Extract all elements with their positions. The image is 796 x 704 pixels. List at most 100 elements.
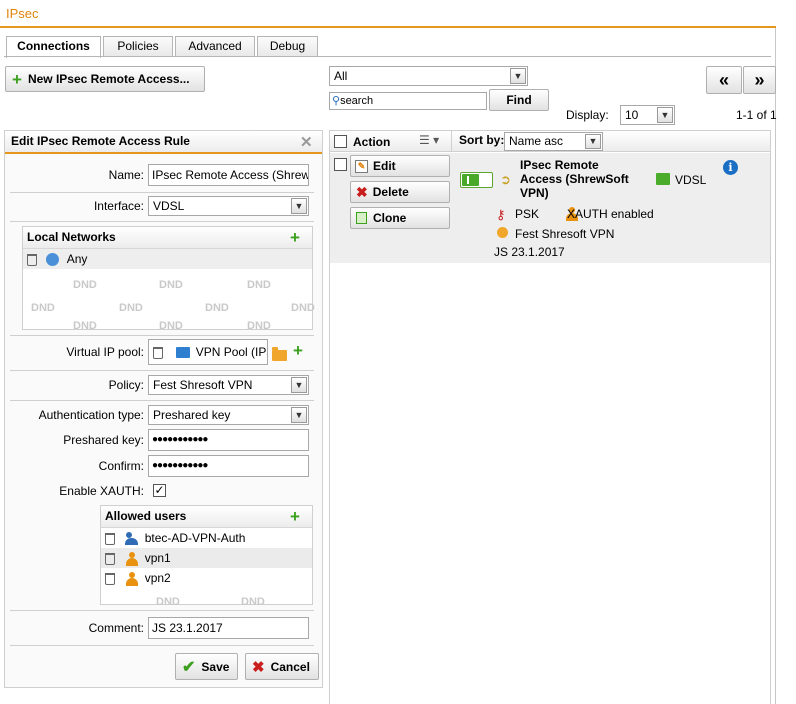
psk-field[interactable]: ●●●●●●●●●●●	[148, 429, 309, 451]
chevron-down-icon: ▼	[585, 134, 601, 149]
rule-xauth: XAUTH enabled	[567, 207, 654, 221]
auth-type-select-value: Preshared key	[153, 408, 231, 422]
list-item[interactable]: btec-AD-VPN-Auth	[101, 528, 312, 548]
clone-label: Clone	[373, 211, 407, 225]
xauth-checkbox[interactable]: ✓	[153, 484, 166, 497]
dnd-hint: DND	[247, 320, 271, 332]
trash-icon[interactable]	[27, 253, 37, 266]
globe-icon	[46, 253, 60, 267]
allowed-users-header: Allowed users +	[101, 506, 370, 530]
name-field[interactable]: IPsec Remote Access (Shrew	[148, 164, 309, 186]
edit-label: Edit	[373, 159, 396, 173]
virtual-ip-pool-value: VPN Pool (IPs	[195, 345, 268, 359]
new-remote-access-button[interactable]: + New IPsec Remote Access...	[5, 66, 205, 92]
divider	[10, 192, 314, 193]
edit-panel-header: Edit IPsec Remote Access Rule	[5, 131, 322, 154]
select-all-checkbox[interactable]	[334, 135, 347, 148]
trash-icon[interactable]	[105, 552, 115, 565]
save-label: Save	[201, 659, 230, 674]
rule-interface: VDSL	[675, 173, 707, 187]
rule-policy: Fest Shresoft VPN	[515, 227, 615, 241]
delete-button[interactable]: ✖ Delete	[350, 181, 450, 203]
rule-name-line: Access (ShrewSoft	[520, 172, 629, 186]
dnd-hint: DND	[73, 279, 97, 291]
search-icon: ⚲	[332, 95, 341, 107]
filter-select[interactable]: All ▼	[329, 66, 528, 86]
user-icon	[125, 551, 139, 566]
tab-advanced[interactable]: Advanced	[175, 36, 255, 57]
dnd-hint: DND	[156, 596, 180, 608]
chevron-down-icon: ▼	[291, 198, 307, 214]
status-toggle[interactable]	[460, 172, 493, 188]
divider	[10, 610, 314, 611]
divider	[10, 221, 314, 222]
save-button[interactable]: ✔ Save	[175, 653, 238, 680]
cancel-button[interactable]: ✖ Cancel	[245, 653, 319, 680]
delete-label: Delete	[372, 185, 409, 199]
folder-icon[interactable]	[272, 347, 287, 362]
trash-icon[interactable]	[105, 572, 115, 585]
list-item[interactable]: vpn2	[101, 568, 312, 588]
tab-bar-line	[4, 56, 771, 57]
first-page-button[interactable]: «	[706, 66, 742, 94]
sortby-select[interactable]: Name asc ▼	[504, 132, 603, 151]
display-select-value: 10	[625, 108, 639, 122]
dnd-hint: DND	[31, 302, 55, 314]
add-user-icon[interactable]: +	[290, 508, 300, 525]
cancel-label: Cancel	[270, 659, 310, 674]
column-menu-icon[interactable]: ☰ ▾	[419, 133, 439, 147]
display-select[interactable]: 10 ▼	[620, 105, 675, 125]
delete-icon: ✖	[356, 183, 368, 200]
new-remote-access-label: New IPsec Remote Access...	[27, 72, 190, 86]
add-pool-icon[interactable]: +	[293, 342, 303, 359]
auth-type-label: Authentication type:	[38, 408, 144, 422]
tab-policies[interactable]: Policies	[103, 36, 173, 57]
clone-button[interactable]: Clone	[350, 207, 450, 229]
divider	[10, 400, 314, 401]
add-network-icon[interactable]: +	[290, 229, 300, 246]
rule-name-line: IPsec Remote	[520, 158, 599, 172]
confirm-label: Confirm:	[98, 459, 144, 473]
find-button[interactable]: Find	[489, 89, 549, 111]
edit-icon: ✎	[355, 159, 368, 173]
edit-button[interactable]: ✎ Edit	[350, 155, 450, 177]
list-item[interactable]: Any	[23, 249, 312, 269]
confirm-field[interactable]: ●●●●●●●●●●●	[148, 455, 309, 477]
tab-connections[interactable]: Connections	[6, 36, 101, 58]
virtual-ip-pool-field[interactable]: VPN Pool (IPs	[148, 339, 268, 365]
list-item[interactable]: vpn1	[101, 548, 312, 568]
interface-select[interactable]: VDSL ▼	[148, 196, 309, 216]
interface-label: Interface:	[93, 199, 144, 213]
comment-label: Comment:	[88, 621, 144, 635]
trash-icon[interactable]	[153, 346, 163, 359]
tab-debug[interactable]: Debug	[257, 36, 318, 57]
network-name: Any	[66, 252, 88, 266]
chevron-down-icon: ▼	[510, 68, 526, 84]
allowed-users-box[interactable]: Allowed users + btec-AD-VPN-Auth vpn1 vp…	[100, 505, 370, 608]
divider	[10, 335, 314, 336]
chevron-down-icon: ▼	[657, 107, 673, 123]
group-icon	[125, 532, 139, 546]
policy-select[interactable]: Fest Shresoft VPN ▼	[148, 375, 309, 395]
allowed-user-name: vpn2	[144, 571, 171, 585]
right-border	[775, 28, 776, 704]
next-page-button[interactable]: »	[743, 66, 776, 94]
row-checkbox[interactable]	[334, 158, 347, 171]
interface-select-value: VDSL	[153, 199, 185, 213]
policy-select-value: Fest Shresoft VPN	[153, 378, 253, 392]
rule-psk: PSK	[515, 207, 540, 221]
info-icon[interactable]: i	[723, 160, 738, 175]
display-label: Display:	[566, 108, 609, 122]
rule-name: IPsec Remote Access (ShrewSoft VPN)	[520, 158, 629, 200]
rule-comment: JS 23.1.2017	[494, 245, 565, 259]
connection-arrow-icon: ➲	[500, 172, 511, 187]
close-icon[interactable]: ✕	[300, 133, 313, 151]
trash-icon[interactable]	[105, 532, 115, 545]
comment-field[interactable]: JS 23.1.2017	[148, 617, 309, 639]
search-input[interactable]: ⚲search	[329, 92, 487, 110]
sortby-label: Sort by:	[459, 133, 505, 147]
auth-type-select[interactable]: Preshared key ▼	[148, 405, 309, 425]
chevron-down-icon: ▼	[291, 407, 307, 423]
local-networks-box[interactable]: Local Networks + Any DND DND DND DND DND…	[22, 226, 379, 332]
psk-label: Preshared key:	[63, 433, 144, 447]
